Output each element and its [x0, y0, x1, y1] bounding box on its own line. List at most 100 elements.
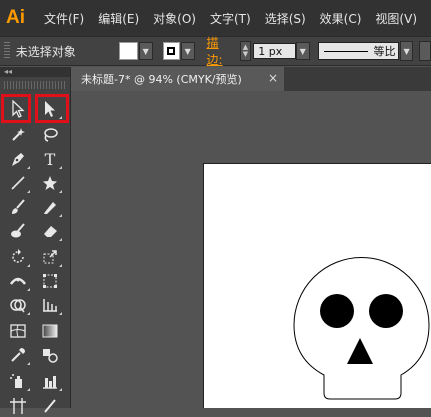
tool-group-indicator: [27, 362, 30, 365]
menu-object[interactable]: 对象(O): [153, 10, 196, 27]
pen-tool[interactable]: [5, 147, 31, 171]
tools-panel-collapse[interactable]: ◂◂: [0, 67, 70, 77]
tool-group-indicator: [59, 190, 62, 193]
shape-builder-tool[interactable]: [5, 293, 31, 317]
profile-line-icon: [323, 50, 368, 52]
menu-view[interactable]: 视图(V): [375, 10, 417, 27]
paintbrush-icon: [12, 199, 25, 214]
width-tool[interactable]: [5, 269, 31, 293]
slice-icon: [44, 399, 56, 413]
stroke-weight-dropdown-icon[interactable]: ▼: [295, 42, 310, 60]
eraser-tool[interactable]: [37, 219, 63, 243]
tool-group-indicator: [27, 288, 30, 291]
paintbrush-tool[interactable]: [5, 195, 31, 219]
free-transform-icon: [43, 274, 57, 288]
tool-group-indicator: [27, 264, 30, 267]
eyedropper-icon: [11, 348, 25, 362]
type-tool[interactable]: T: [37, 147, 63, 171]
pencil-icon: [44, 202, 56, 214]
skull-artwork[interactable]: [203, 163, 431, 408]
mesh-tool[interactable]: [5, 319, 31, 343]
stroke-square-icon: [167, 47, 176, 55]
highlight-selection-tool: [1, 94, 31, 123]
tool-group-indicator: [59, 264, 62, 267]
stroke-label[interactable]: 描边:: [207, 34, 234, 68]
perspective-grid-icon: [43, 299, 57, 312]
menu-edit[interactable]: 编辑(E): [98, 10, 139, 27]
artboard-icon: [10, 398, 26, 414]
column-graph-tool[interactable]: [37, 369, 63, 393]
mesh-icon: [10, 324, 26, 338]
column-graph-icon: [43, 376, 57, 389]
free-transform-tool[interactable]: [37, 269, 63, 293]
skull-right-eye: [369, 294, 403, 328]
tools-panel: ◂◂ T: [0, 67, 71, 414]
variable-width-profile[interactable]: 等比: [317, 42, 399, 60]
close-icon[interactable]: ×: [268, 71, 278, 85]
slice-tool[interactable]: [37, 393, 63, 417]
blend-icon: [43, 349, 58, 363]
tool-group-indicator: [59, 238, 62, 241]
fill-dropdown-icon[interactable]: ▼: [138, 42, 153, 60]
tool-group-indicator: [59, 388, 62, 391]
control-bar-grip[interactable]: [4, 42, 10, 60]
document-tab[interactable]: 未标题-7* @ 94% (CMYK/预览) ×: [71, 67, 284, 91]
control-bar: 未选择对象 ▼ ▼ 描边: ▲ ▼ 1 px ▼ 等比 ▼: [0, 34, 431, 68]
eraser-icon: [44, 226, 57, 237]
highlight-direct-selection-tool: [35, 94, 69, 123]
line-segment-tool[interactable]: [5, 171, 31, 195]
tool-group-indicator: [27, 312, 30, 315]
gradient-tool[interactable]: [37, 319, 63, 343]
skull-outline: [293, 257, 430, 400]
profile-label: 等比: [373, 45, 396, 58]
tool-group-indicator: [59, 312, 62, 315]
gradient-icon: [42, 324, 58, 338]
blob-brush-tool[interactable]: [5, 219, 31, 243]
stroke-weight-input[interactable]: 1 px: [253, 43, 296, 59]
selection-status: 未选择对象: [15, 44, 76, 59]
scale-icon: [43, 250, 57, 264]
scale-tool[interactable]: [37, 245, 63, 269]
stroke-swatch[interactable]: [162, 42, 180, 60]
blob-brush-icon: [11, 223, 25, 238]
tool-group-indicator: [59, 214, 62, 217]
symbol-sprayer-icon: [10, 374, 22, 388]
tool-group-indicator: [27, 166, 30, 169]
menu-select[interactable]: 选择(S): [265, 10, 306, 27]
eyedropper-tool[interactable]: [5, 343, 31, 367]
artboard-tool[interactable]: [5, 393, 31, 417]
shape-builder-icon: [10, 299, 26, 313]
brush-definition-button[interactable]: [419, 41, 431, 61]
graph-tool[interactable]: [37, 293, 63, 317]
profile-dropdown-icon[interactable]: ▼: [399, 41, 414, 61]
lasso-icon: [44, 128, 58, 142]
app-logo: Ai: [6, 7, 25, 28]
star-icon: [43, 176, 57, 190]
type-t-icon: T: [44, 149, 56, 169]
stroke-dropdown-icon[interactable]: ▼: [180, 42, 195, 60]
magic-wand-tool[interactable]: [5, 123, 31, 147]
document-tab-title: 未标题-7* @ 94% (CMYK/预览): [81, 73, 242, 86]
star-tool[interactable]: [37, 171, 63, 195]
pen-nib-icon: [12, 153, 24, 166]
rotate-icon: [12, 249, 24, 263]
menu-effect[interactable]: 效果(C): [320, 10, 362, 27]
symbol-sprayer-tool[interactable]: [5, 369, 31, 393]
menu-bar: Ai 文件(F) 编辑(E) 对象(O) 文字(T) 选择(S) 效果(C) 视…: [0, 0, 431, 36]
tool-group-indicator: [27, 190, 30, 193]
skull-left-eye: [320, 294, 354, 328]
document-tab-strip: 未标题-7* @ 94% (CMYK/预览) ×: [71, 67, 431, 91]
menu-file[interactable]: 文件(F): [44, 10, 84, 27]
tool-group-indicator: [27, 388, 30, 391]
blend-tool[interactable]: [37, 343, 63, 367]
pencil-tool[interactable]: [37, 195, 63, 219]
menu-type[interactable]: 文字(T): [210, 10, 251, 27]
artboard[interactable]: [203, 163, 431, 408]
tools-panel-grip[interactable]: [4, 81, 66, 89]
fill-swatch[interactable]: [118, 42, 138, 60]
lasso-tool[interactable]: [37, 123, 63, 147]
tool-group-indicator: [59, 166, 62, 169]
stroke-weight-stepper[interactable]: ▲ ▼: [239, 41, 252, 61]
line-segment-icon: [11, 176, 25, 190]
rotate-tool[interactable]: [5, 245, 31, 269]
